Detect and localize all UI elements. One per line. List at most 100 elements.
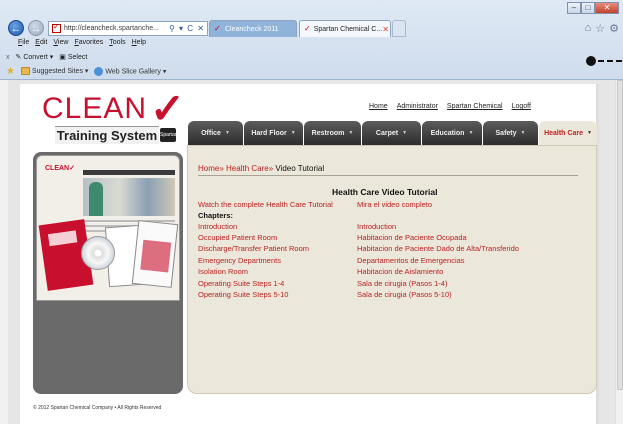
dropdown-arrow-icon: ▼ [468, 130, 474, 136]
left-sidebar: CLEAN✓ [33, 152, 183, 394]
top-links: Home Administrator Spartan Chemical Logo… [369, 103, 531, 110]
chapter-link-es[interactable]: Habitacion de Paciente Dado de Alta/Tran… [357, 244, 519, 253]
chapter-link-es[interactable]: Habitacion de Aislamiento [357, 267, 443, 276]
close-toolbar-icon[interactable]: x [6, 54, 10, 61]
chapter-link-en[interactable]: Isolation Room [198, 267, 248, 276]
browser-tab-cleancheck[interactable]: ✓ Cleancheck 2011 [209, 20, 297, 37]
main-nav-tabs: Office ▼ Hard Floor ▼ Restroom ▼ Carpet ▼ Ed… [188, 121, 597, 145]
convert-button[interactable]: ✎ Convert ▾ [16, 53, 54, 61]
tab-carpet[interactable]: Carpet ▼ [362, 121, 421, 145]
dropdown-arrow-icon: ▼ [402, 130, 408, 136]
clean-logo[interactable]: CLEAN ✓ Training System Spartan [42, 85, 192, 152]
tab-label: Hard Floor [251, 129, 287, 137]
chapter-link-en[interactable]: Occupied Patient Room [198, 233, 277, 242]
address-bar[interactable]: http://cleancheck.spartanche... ⚲ ▾ C ✕ [48, 21, 208, 36]
watch-complete-tutorial-link-es[interactable]: Mira el video completo [357, 200, 432, 209]
chapter-link-es[interactable]: Sala de cirugia (Pasos 5-10) [357, 290, 452, 299]
tab-favicon-icon: ✓ [214, 24, 221, 33]
suggested-sites-link[interactable]: Suggested Sites ▾ [20, 67, 89, 76]
chapter-link-en[interactable]: Operating Suite Steps 1-4 [198, 279, 284, 288]
gear-icon[interactable]: ⚙ [609, 22, 619, 35]
site-favicon-icon [52, 22, 61, 33]
chapter-link-es[interactable]: Habitacion de Paciente Ocupada [357, 233, 467, 242]
forward-button[interactable]: → [28, 20, 44, 36]
close-window-button[interactable]: ✕ [595, 2, 619, 14]
tab-office[interactable]: Office ▼ [188, 121, 243, 145]
command-bar: x ✎ Convert ▾ ▣ Select [0, 51, 623, 63]
menu-favorites[interactable]: Favorites [74, 39, 103, 50]
web-slice-label: Web Slice Gallery ▾ [105, 67, 167, 75]
select-label: Select [67, 54, 88, 61]
web-slice-icon [94, 66, 104, 76]
address-actions-icons[interactable]: ⚲ ▾ C ✕ [169, 24, 207, 33]
scrollbar-thumb[interactable] [617, 80, 623, 390]
link-home[interactable]: Home [369, 103, 388, 110]
viewport-left-edge [0, 80, 8, 424]
annotation-dot [586, 56, 596, 66]
dropdown-arrow-icon: ▼ [348, 130, 354, 136]
suggested-sites-label: Suggested Sites ▾ [31, 67, 89, 75]
watch-complete-tutorial-link[interactable]: Watch the complete Health Care Tutorial [198, 200, 333, 209]
window-controls: – □ ✕ [567, 2, 619, 14]
product-image-nav [83, 170, 175, 175]
minimize-button[interactable]: – [567, 2, 581, 14]
favorites-star-icon[interactable]: ★ [6, 66, 15, 77]
dropdown-arrow-icon: ▼ [520, 130, 526, 136]
address-url-prefix: http://cleancheck. [64, 25, 119, 32]
tab-close-icon[interactable]: ✕ [382, 25, 389, 34]
tab-label: Education [430, 129, 465, 137]
menu-bar: File Edit View Favorites Tools Help [0, 39, 623, 50]
tab-label: Cleancheck 2011 [225, 25, 279, 33]
chapter-link-en[interactable]: Emergency Departments [198, 256, 281, 265]
back-button[interactable]: ← [8, 20, 24, 36]
tab-label: Safety [495, 129, 517, 137]
folder-icon [20, 67, 30, 76]
chapter-link-es[interactable]: Departamentos de Emergencias [357, 256, 465, 265]
menu-view[interactable]: View [53, 39, 68, 50]
menu-edit[interactable]: Edit [35, 39, 47, 50]
breadcrumb-divider [198, 175, 578, 176]
breadcrumb-health-care[interactable]: Health Care [226, 164, 269, 173]
link-logoff[interactable]: Logoff [512, 103, 531, 110]
breadcrumb-separator: » [219, 164, 227, 173]
breadcrumb: Home» Health Care» Video Tutorial [198, 164, 324, 173]
web-slice-gallery-link[interactable]: Web Slice Gallery ▾ [94, 66, 167, 76]
chapters-heading: Chapters: [198, 211, 234, 220]
product-image-person [89, 182, 103, 216]
breadcrumb-home[interactable]: Home [198, 164, 219, 173]
tab-education[interactable]: Education ▼ [422, 121, 482, 145]
chapter-link-en[interactable]: Operating Suite Steps 5-10 [198, 290, 288, 299]
favorites-star-icon[interactable]: ☆ [595, 22, 605, 35]
tab-hard-floor[interactable]: Hard Floor ▼ [244, 121, 303, 145]
annotation-dashed-line [598, 60, 622, 62]
new-tab-button[interactable] [392, 20, 406, 37]
menu-file[interactable]: File [18, 39, 29, 50]
link-administrator[interactable]: Administrator [397, 103, 438, 110]
chapter-link-en[interactable]: Discharge/Transfer Patient Room [198, 244, 309, 253]
home-icon[interactable]: ⌂ [585, 22, 592, 35]
spartan-badge: Spartan [160, 128, 178, 142]
chapter-link-es[interactable]: Introduction [357, 222, 396, 231]
browser-chrome: ← → http://cleancheck.spartanche... ⚲ ▾ … [0, 0, 623, 80]
tab-favicon-icon: ✓ [304, 24, 311, 33]
tab-label: Office [201, 129, 221, 137]
browser-tab-spartan[interactable]: ✓ Spartan Chemical C... ✕ [299, 20, 391, 37]
dropdown-arrow-icon: ▼ [290, 130, 296, 136]
footer-copyright: © 2012 Spartan Chemical Company • All Ri… [33, 405, 162, 411]
select-button[interactable]: ▣ Select [59, 53, 87, 61]
dropdown-arrow-icon: ▼ [224, 130, 230, 136]
link-spartan-chemical[interactable]: Spartan Chemical [447, 103, 503, 110]
product-image-disc [81, 236, 115, 270]
tab-safety[interactable]: Safety ▼ [483, 121, 538, 145]
chapter-link-en[interactable]: Introduction [198, 222, 237, 231]
vertical-scrollbar[interactable] [615, 80, 623, 424]
menu-help[interactable]: Help [132, 39, 146, 50]
chapter-link-es[interactable]: Sala de cirugia (Pasos 1-4) [357, 279, 447, 288]
maximize-button[interactable]: □ [581, 2, 595, 14]
product-image-card [131, 220, 179, 288]
tab-label: Carpet [375, 129, 399, 137]
tab-health-care[interactable]: Health Care ▼ [539, 121, 597, 145]
tab-restroom[interactable]: Restroom ▼ [304, 121, 361, 145]
logo-subtitle: Training System [55, 126, 159, 144]
menu-tools[interactable]: Tools [109, 39, 125, 50]
